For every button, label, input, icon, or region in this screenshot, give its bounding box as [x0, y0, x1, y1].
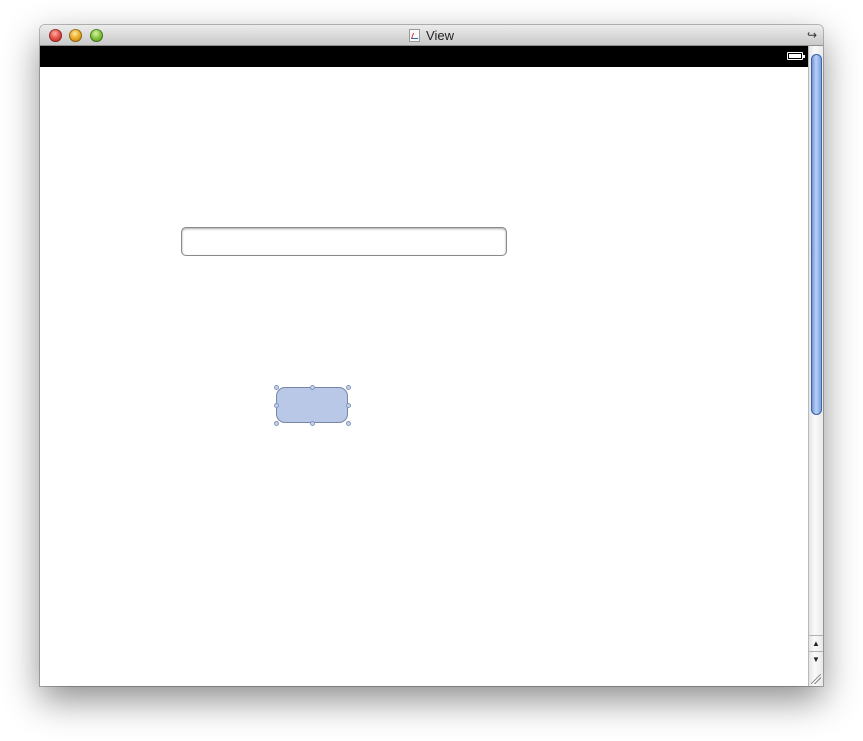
scroll-thumb[interactable]	[811, 54, 822, 415]
resize-grip-icon[interactable]	[811, 674, 821, 684]
text-field[interactable]	[181, 227, 507, 256]
selection-handle-bottom-right[interactable]	[346, 421, 351, 426]
window-title-text: View	[426, 28, 454, 43]
view-canvas[interactable]	[40, 67, 808, 686]
document-icon	[409, 29, 421, 42]
vertical-scrollbar[interactable]: ▲ ▼	[808, 46, 823, 686]
selection-handle-top-left[interactable]	[274, 385, 279, 390]
selection-handle-middle-right[interactable]	[346, 403, 351, 408]
selection-handle-middle-left[interactable]	[274, 403, 279, 408]
simulated-status-bar	[40, 46, 808, 67]
selection-handle-bottom-left[interactable]	[274, 421, 279, 426]
selection-handle-bottom-middle[interactable]	[310, 421, 315, 426]
interface-builder-view-window: View ↪ ▲ ▼	[40, 25, 823, 686]
scroll-up-arrow-icon[interactable]: ▲	[809, 635, 823, 650]
window-title: View	[40, 25, 823, 46]
selection-handle-top-right[interactable]	[346, 385, 351, 390]
selection-handle-top-middle[interactable]	[310, 385, 315, 390]
scroll-down-arrow-icon[interactable]: ▼	[809, 651, 823, 666]
battery-icon	[787, 52, 805, 60]
title-bar[interactable]: View ↪	[40, 25, 823, 46]
rounded-rect-button[interactable]	[276, 387, 348, 423]
collapse-icon[interactable]: ↪	[807, 28, 817, 42]
